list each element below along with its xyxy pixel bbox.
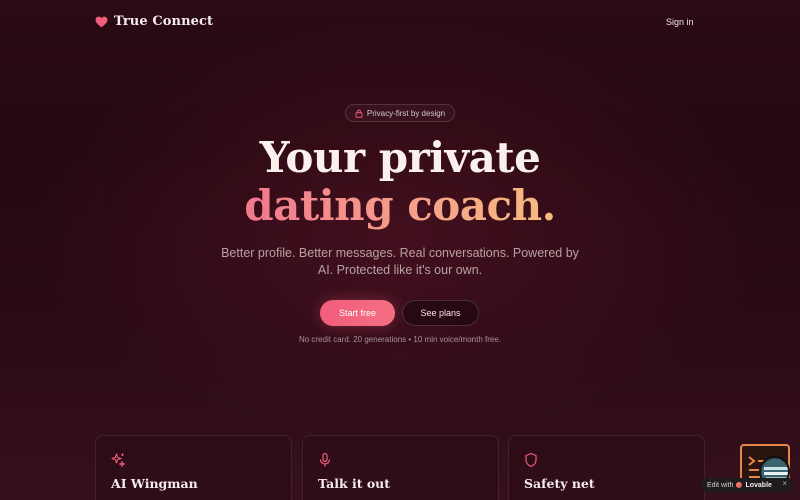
hero-subtitle: Better profile. Better messages. Real co… (221, 246, 579, 277)
feature-card-talk-it-out[interactable]: Talk it out (302, 435, 499, 500)
brand-logo[interactable]: True Connect (95, 14, 213, 29)
feature-card-title: Talk it out (318, 476, 391, 491)
lovable-logo-icon (736, 482, 743, 488)
brand-name: True Connect (114, 14, 214, 29)
privacy-badge: Privacy-first by design (345, 104, 455, 122)
hero-title-line1: Your private (259, 133, 541, 182)
edit-with-lovable-badge[interactable]: Edit with Lovable × (702, 478, 792, 492)
feature-card-safety-net[interactable]: Safety net (508, 435, 705, 500)
site-header: True Connect Sign in (0, 0, 800, 44)
feature-card-ai-wingman[interactable]: AI Wingman (95, 435, 292, 500)
see-plans-button[interactable]: See plans (402, 300, 479, 326)
microphone-icon (319, 452, 331, 467)
close-icon[interactable]: × (782, 479, 787, 488)
sparkles-icon (111, 453, 125, 467)
hero-title-gradient-text: dating coach. (244, 181, 556, 230)
sign-in-link[interactable]: Sign in (662, 15, 698, 29)
start-free-button[interactable]: Start free (320, 300, 395, 326)
lovable-badge-name: Lovable (745, 481, 772, 489)
lock-icon (355, 109, 363, 118)
feature-card-title: Safety net (524, 476, 595, 491)
heart-icon (95, 16, 108, 27)
shield-icon (525, 452, 537, 468)
privacy-badge-label: Privacy-first by design (366, 108, 446, 118)
hero-title-line2: dating coach. (0, 182, 800, 230)
feature-card-title: AI Wingman (111, 476, 198, 491)
lovable-badge-prefix: Edit with (707, 481, 734, 489)
free-tier-note: No credit card. 20 generations • 10 min … (298, 335, 501, 344)
